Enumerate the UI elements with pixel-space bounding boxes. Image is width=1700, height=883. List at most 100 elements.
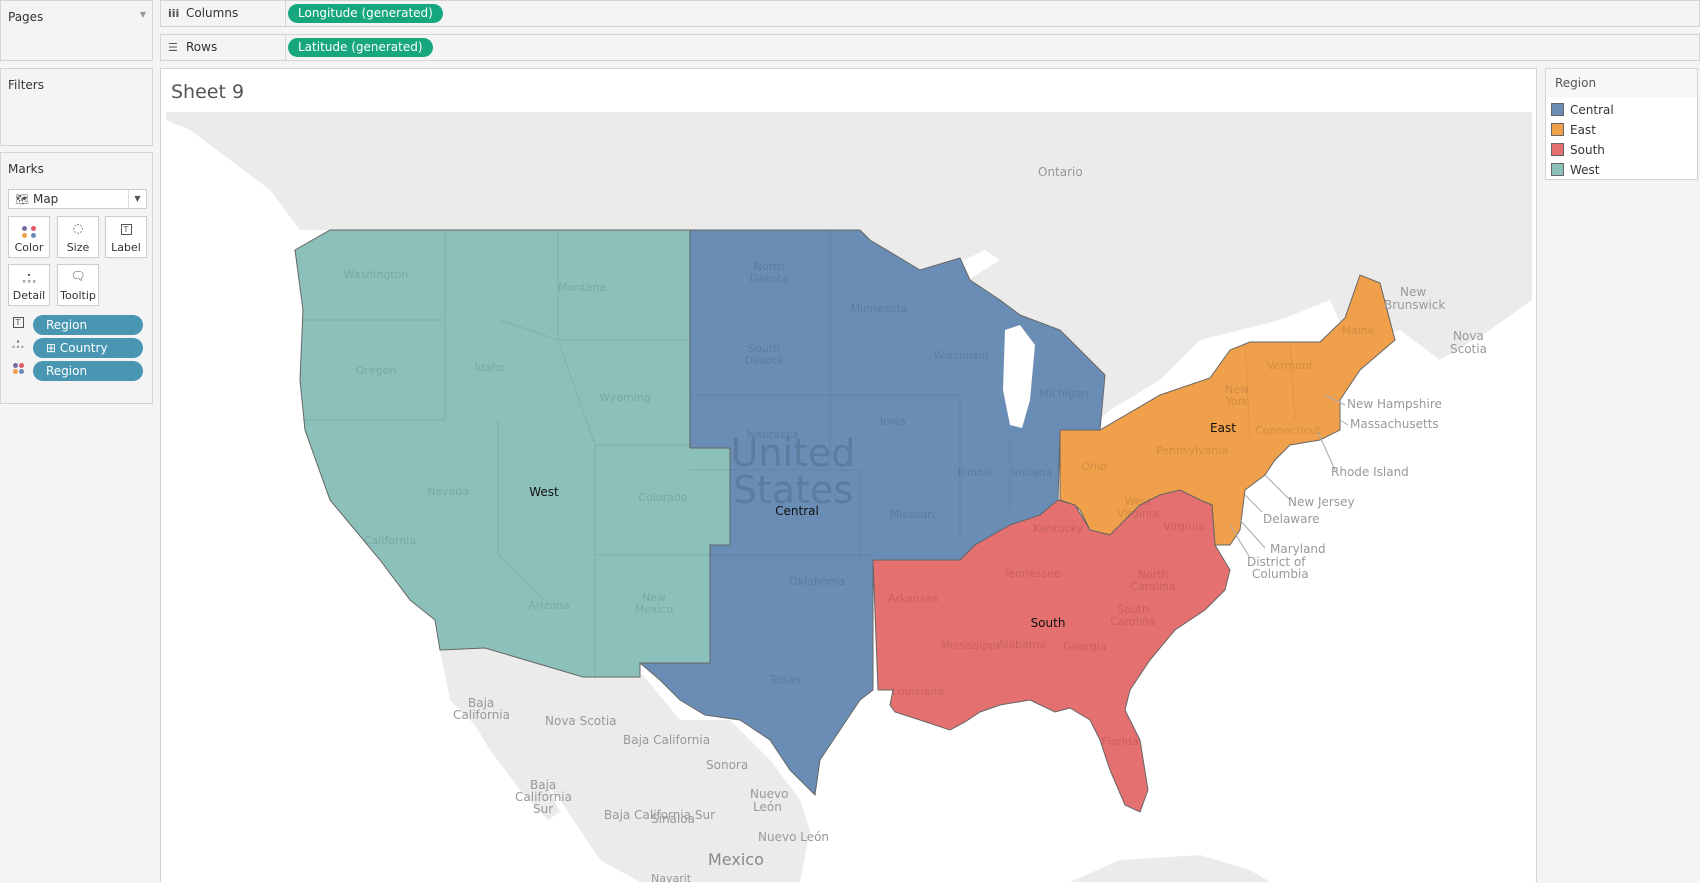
region-label-east: East [1210, 421, 1236, 435]
legend-title: Region [1546, 69, 1697, 97]
svg-text:Mexico: Mexico [635, 603, 674, 616]
chevron-down-icon[interactable]: ▼ [128, 190, 146, 208]
country-detail-pill[interactable]: ⊞ Country [33, 338, 143, 358]
map-view[interactable]: Ontario New Brunswick Nova Scotia Baja C… [166, 112, 1532, 883]
svg-text:Carolina: Carolina [1130, 580, 1175, 593]
svg-text:Carolina: Carolina [1110, 615, 1155, 628]
marks-card: Marks 🗺 Map ▼ Color ◌ Size T Label • ∘∘∘ D… [0, 152, 153, 404]
map-icon: 🗺 [15, 193, 29, 206]
svg-text:Virginia: Virginia [1163, 520, 1204, 533]
legend-swatch [1551, 123, 1564, 136]
label-nuevo-leon-2: León [753, 800, 782, 814]
filters-shelf[interactable]: Filters [0, 68, 153, 146]
svg-text:Washington: Washington [344, 268, 409, 281]
svg-text:Pennsylvania: Pennsylvania [1156, 444, 1228, 457]
legend-item-east[interactable]: East [1551, 121, 1596, 139]
tooltip-bubble-icon: 🗨 [70, 269, 86, 283]
svg-text:Indiana: Indiana [1012, 466, 1053, 479]
region-label-south: South [1031, 616, 1066, 630]
latitude-pill[interactable]: Latitude (generated) [288, 38, 433, 57]
label-dc-2: Columbia [1252, 567, 1309, 581]
legend-swatch [1551, 163, 1564, 176]
worksheet-view: Sheet 9 Ontario New Brunswick Nova Scoti… [160, 68, 1537, 883]
tooltip-button[interactable]: 🗨 Tooltip [57, 264, 99, 306]
legend-item-west[interactable]: West [1551, 161, 1600, 179]
svg-text:Dakota: Dakota [750, 272, 789, 285]
label-maryland: Maryland [1270, 542, 1326, 556]
svg-text:Virginia: Virginia [1117, 507, 1158, 520]
svg-text:Oregon: Oregon [356, 364, 396, 377]
region-color-pill[interactable]: Region [33, 361, 143, 381]
label-new-brunswick-2: Brunswick [1384, 298, 1445, 312]
svg-text:Connecticut: Connecticut [1255, 424, 1322, 437]
svg-text:Florida: Florida [1101, 735, 1138, 748]
label-nayarit: Nayarit [651, 872, 692, 883]
longitude-pill[interactable]: Longitude (generated) [288, 4, 443, 23]
region-label-pill[interactable]: Region [33, 315, 143, 335]
label-coahuila: Sonora [706, 758, 748, 772]
label-baja-california-2: California [453, 708, 510, 722]
rows-shelf-label: ☰ Rows [161, 35, 286, 60]
detail-button[interactable]: • ∘∘∘ Detail [8, 264, 50, 306]
detail-label: Detail [12, 289, 46, 302]
legend-label: Central [1570, 103, 1614, 117]
columns-shelf-label: iii Columns [161, 1, 286, 26]
label-nova-scotia-2: Scotia [1450, 342, 1487, 356]
mark-type-dropdown[interactable]: 🗺 Map ▼ [8, 189, 147, 209]
label-delaware: Delaware [1263, 512, 1320, 526]
legend-swatch [1551, 103, 1564, 116]
pages-shelf[interactable]: Pages ▼ [0, 0, 153, 61]
rows-icon: ☰ [168, 41, 178, 54]
svg-text:Maine: Maine [1341, 324, 1374, 337]
size-label: Size [66, 241, 90, 254]
svg-text:Montana: Montana [558, 281, 606, 294]
svg-text:Wyoming: Wyoming [599, 391, 651, 404]
marks-title: Marks [8, 162, 44, 176]
svg-text:Colorado: Colorado [638, 491, 687, 504]
rows-shelf[interactable]: ☰ Rows Latitude (generated) [160, 34, 1700, 61]
svg-text:Texas: Texas [769, 673, 801, 686]
svg-text:Illinois: Illinois [958, 466, 993, 479]
svg-text:Idaho: Idaho [475, 361, 506, 374]
label-new-brunswick-1: New [1400, 285, 1426, 299]
color-button[interactable]: Color [8, 216, 50, 258]
svg-text:York: York [1225, 395, 1250, 408]
size-lasso-icon: ◌ [72, 221, 84, 235]
svg-text:Nevada: Nevada [427, 485, 469, 498]
region-color-legend: Region Central East South West [1545, 68, 1698, 180]
label-nuevo-leon-1: Nuevo [750, 787, 788, 801]
label-t-icon: T [11, 317, 25, 331]
svg-text:Arizona: Arizona [528, 599, 569, 612]
legend-label: East [1570, 123, 1596, 137]
mark-type-value: Map [32, 192, 59, 206]
color-dots-icon [9, 221, 49, 241]
size-button[interactable]: ◌ Size [57, 216, 99, 258]
label-button[interactable]: T Label [105, 216, 147, 258]
svg-text:Wisconsin: Wisconsin [934, 349, 989, 362]
color-label: Color [14, 241, 44, 254]
tooltip-label: Tooltip [60, 289, 96, 302]
legend-label: West [1570, 163, 1600, 177]
region-label-west: West [529, 485, 559, 499]
svg-text:Tennessee: Tennessee [1002, 567, 1061, 580]
legend-item-south[interactable]: South [1551, 141, 1605, 159]
legend-swatch [1551, 143, 1564, 156]
svg-text:Louisiana: Louisiana [892, 685, 944, 698]
columns-label: Columns [186, 6, 239, 20]
detail-dots-icon: • ∘∘∘ [11, 338, 25, 351]
svg-text:Mississippi: Mississippi [941, 639, 1000, 652]
svg-text:Oklahoma: Oklahoma [789, 575, 845, 588]
legend-label: South [1570, 143, 1605, 157]
label-label: Label [111, 241, 141, 254]
label-chihuahua: Baja California [623, 733, 710, 747]
label-new-hampshire: New Hampshire [1347, 397, 1442, 411]
label-nova-scotia-1: Nova [1453, 329, 1484, 343]
chevron-down-icon[interactable]: ▼ [140, 10, 146, 19]
sheet-title: Sheet 9 [171, 81, 245, 103]
columns-shelf[interactable]: iii Columns Longitude (generated) [160, 0, 1700, 27]
legend-item-central[interactable]: Central [1551, 101, 1614, 119]
svg-text:Ohio: Ohio [1081, 460, 1107, 473]
svg-text:Missouri: Missouri [889, 508, 934, 521]
svg-text:Georgia: Georgia [1063, 640, 1106, 653]
detail-dots-icon: • ∘∘∘ [21, 271, 37, 286]
